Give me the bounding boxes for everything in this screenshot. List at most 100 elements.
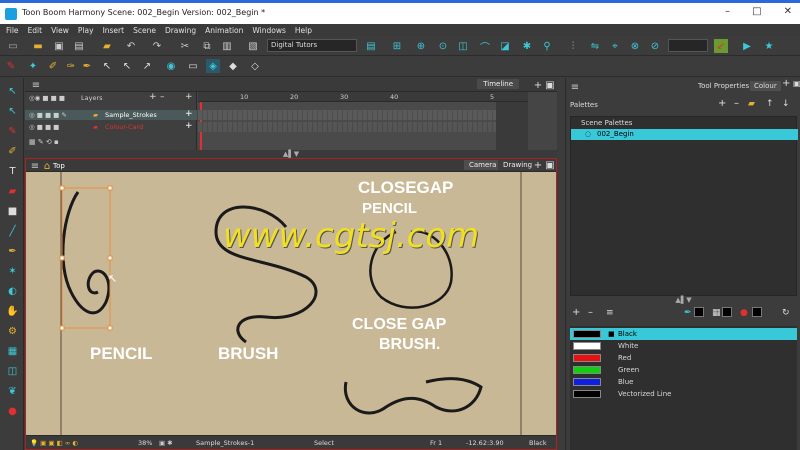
menu-edit[interactable]: Edit bbox=[28, 26, 43, 35]
dropper-icon[interactable]: ✒ bbox=[5, 244, 20, 259]
perspective-icon[interactable]: ◫ bbox=[5, 364, 20, 379]
export-icon[interactable]: ★ bbox=[762, 39, 776, 53]
paint-tool-icon[interactable]: ✒ bbox=[80, 59, 94, 73]
tab-camera[interactable]: Camera bbox=[464, 160, 502, 170]
ink-icon[interactable]: ● bbox=[5, 404, 20, 419]
render-icon[interactable]: ↙ bbox=[714, 39, 728, 53]
cut-icon[interactable]: ✂ bbox=[178, 39, 192, 53]
texture-icon[interactable]: ▦ bbox=[712, 308, 721, 318]
menu-file[interactable]: File bbox=[6, 26, 19, 35]
remove-palette-icon[interactable]: – bbox=[734, 98, 739, 109]
tab-tool-properties[interactable]: Tool Properties bbox=[694, 81, 754, 91]
curve-icon[interactable]: ⌒ bbox=[478, 39, 492, 54]
layer-stack-icon[interactable]: ◆ bbox=[226, 59, 240, 73]
workspace-combo[interactable]: Digital Tutors bbox=[267, 39, 357, 52]
zoom-level[interactable]: 38% bbox=[138, 439, 152, 447]
palette-splitter[interactable]: ▲▌▼ bbox=[566, 296, 800, 304]
colour-row[interactable]: Blue bbox=[570, 376, 797, 388]
colour-row[interactable]: White bbox=[570, 340, 797, 352]
add-column-icon[interactable]: + bbox=[185, 92, 193, 102]
deform-icon[interactable]: ◪ bbox=[498, 39, 512, 53]
import-icon[interactable]: ▰ bbox=[100, 39, 114, 53]
paint-icon[interactable]: ✶ bbox=[5, 264, 20, 279]
timeline-tab[interactable]: Timeline bbox=[477, 79, 519, 89]
import-palette-icon[interactable]: ▰ bbox=[748, 99, 755, 109]
dropper-icon[interactable]: ✒ bbox=[684, 308, 692, 318]
redo-icon[interactable]: ↷ bbox=[150, 39, 164, 53]
record-icon[interactable]: ● bbox=[740, 308, 748, 318]
add-panel-icon[interactable]: + bbox=[782, 78, 790, 89]
layer-icon[interactable]: ▤ bbox=[364, 39, 378, 53]
maximize-panel-icon[interactable]: ▣ bbox=[543, 158, 557, 172]
maximize-panel-icon[interactable]: ▣ bbox=[793, 79, 800, 88]
colour-row[interactable]: Vectorized Line bbox=[570, 388, 797, 400]
colour-row[interactable]: Green bbox=[570, 364, 797, 376]
save-icon[interactable]: ▣ bbox=[52, 39, 66, 53]
maximize-button[interactable]: □ bbox=[752, 6, 761, 17]
menu-windows[interactable]: Windows bbox=[252, 26, 285, 35]
contour-icon[interactable]: ↖ bbox=[5, 104, 20, 119]
play-icon[interactable]: ▶ bbox=[740, 39, 754, 53]
current-swatch[interactable] bbox=[752, 307, 762, 317]
stack-icon[interactable]: ▭ bbox=[186, 59, 200, 73]
palette-item[interactable]: ◌ 002_Begin bbox=[571, 129, 798, 140]
remove-layer-icon[interactable]: – bbox=[160, 92, 165, 102]
pencil-icon[interactable]: ✐ bbox=[5, 144, 20, 159]
colour-row[interactable]: ■ Black bbox=[570, 328, 797, 340]
transform-icon[interactable]: ⊞ bbox=[390, 39, 404, 53]
tab-colour[interactable]: Colour bbox=[750, 81, 781, 91]
motion-icon[interactable]: ⊙ bbox=[436, 39, 450, 53]
menu-view[interactable]: View bbox=[51, 26, 69, 35]
minimize-button[interactable]: – bbox=[725, 6, 730, 17]
layer-row[interactable]: ◎ ■ ■ ■ ▰ Colour-Card + bbox=[25, 121, 197, 132]
status-tools-icon[interactable]: 💡 ▣ ▣ ◧ ∞ ◐ bbox=[30, 439, 78, 447]
layer-visibility-icon[interactable]: ◎ ■ ■ ■ bbox=[29, 123, 59, 131]
copy-icon[interactable]: ⧉ bbox=[200, 39, 214, 53]
paste-icon[interactable]: ▥ bbox=[220, 39, 234, 53]
eraser-icon[interactable]: ▰ bbox=[5, 184, 20, 199]
add-layer-icon[interactable]: + bbox=[149, 92, 157, 102]
maximize-panel-icon[interactable]: ▣ bbox=[543, 78, 557, 92]
eraser-tool-icon[interactable]: ✑ bbox=[64, 59, 78, 73]
transform-tool-icon[interactable]: ⚙ bbox=[5, 324, 20, 339]
brush-tool-icon[interactable]: ✎ bbox=[4, 59, 18, 73]
open-folder-icon[interactable]: ▬ bbox=[31, 39, 45, 53]
stamp-icon[interactable]: ■ bbox=[5, 204, 20, 219]
hand-icon[interactable]: ✋ bbox=[5, 304, 20, 319]
cutter-tool-icon[interactable]: ↗ bbox=[140, 59, 154, 73]
drawing-stage[interactable]: CLOSEGAP PENCIL CLOSE GAP BRUSH. PENCIL … bbox=[26, 172, 556, 435]
colour-row[interactable]: Red bbox=[570, 352, 797, 364]
select-icon[interactable]: ↖ bbox=[5, 84, 20, 99]
arrow-tool-icon[interactable]: ↖ bbox=[100, 59, 114, 73]
remove-colour-icon[interactable]: – bbox=[588, 307, 593, 318]
layer-visibility-icon[interactable]: ◎ ■ ■ ■ ✎ bbox=[29, 111, 67, 119]
fill-swatch[interactable] bbox=[694, 307, 704, 317]
undo-icon[interactable]: ↶ bbox=[124, 39, 138, 53]
timeline-tools-icon[interactable]: ▦ ✎ ⟲ ▪ bbox=[29, 138, 59, 146]
camera-move-icon[interactable]: ◫ bbox=[456, 39, 470, 53]
zoom-icon[interactable]: ◐ bbox=[5, 284, 20, 299]
layer-toggles[interactable]: ◎◉ ■ ■ ■ bbox=[29, 94, 65, 102]
snap-icon[interactable]: ⌖ bbox=[608, 39, 622, 53]
close-button[interactable]: ✕ bbox=[784, 6, 792, 17]
art-layer-icon[interactable]: ◇ bbox=[248, 59, 262, 73]
menu-play[interactable]: Play bbox=[78, 26, 94, 35]
move-up-icon[interactable]: ↑ bbox=[766, 99, 774, 109]
bone-icon[interactable]: ✱ bbox=[520, 39, 534, 53]
breadcrumb[interactable]: Top bbox=[53, 162, 65, 170]
hamburger-icon[interactable]: ≡ bbox=[29, 78, 43, 92]
text-icon[interactable]: T bbox=[5, 164, 20, 179]
light-table-icon[interactable]: ⊘ bbox=[648, 39, 662, 53]
zoom-combo[interactable] bbox=[668, 39, 708, 52]
spline-icon[interactable]: ❦ bbox=[5, 384, 20, 399]
add-palette-icon[interactable]: + bbox=[718, 98, 726, 109]
link-icon[interactable]: ↻ bbox=[782, 308, 790, 318]
panel-splitter[interactable]: ▲▌▼ bbox=[25, 150, 557, 158]
brush-icon[interactable]: ✎ bbox=[5, 124, 20, 139]
onion-skin-icon[interactable]: ⊗ bbox=[628, 39, 642, 53]
move-down-icon[interactable]: ↓ bbox=[782, 99, 790, 109]
menu-drawing[interactable]: Drawing bbox=[165, 26, 196, 35]
grid-icon[interactable]: ▦ bbox=[5, 344, 20, 359]
frame-ruler[interactable]: 10 20 30 40 5 bbox=[198, 92, 528, 102]
line-icon[interactable]: ╱ bbox=[5, 224, 20, 239]
